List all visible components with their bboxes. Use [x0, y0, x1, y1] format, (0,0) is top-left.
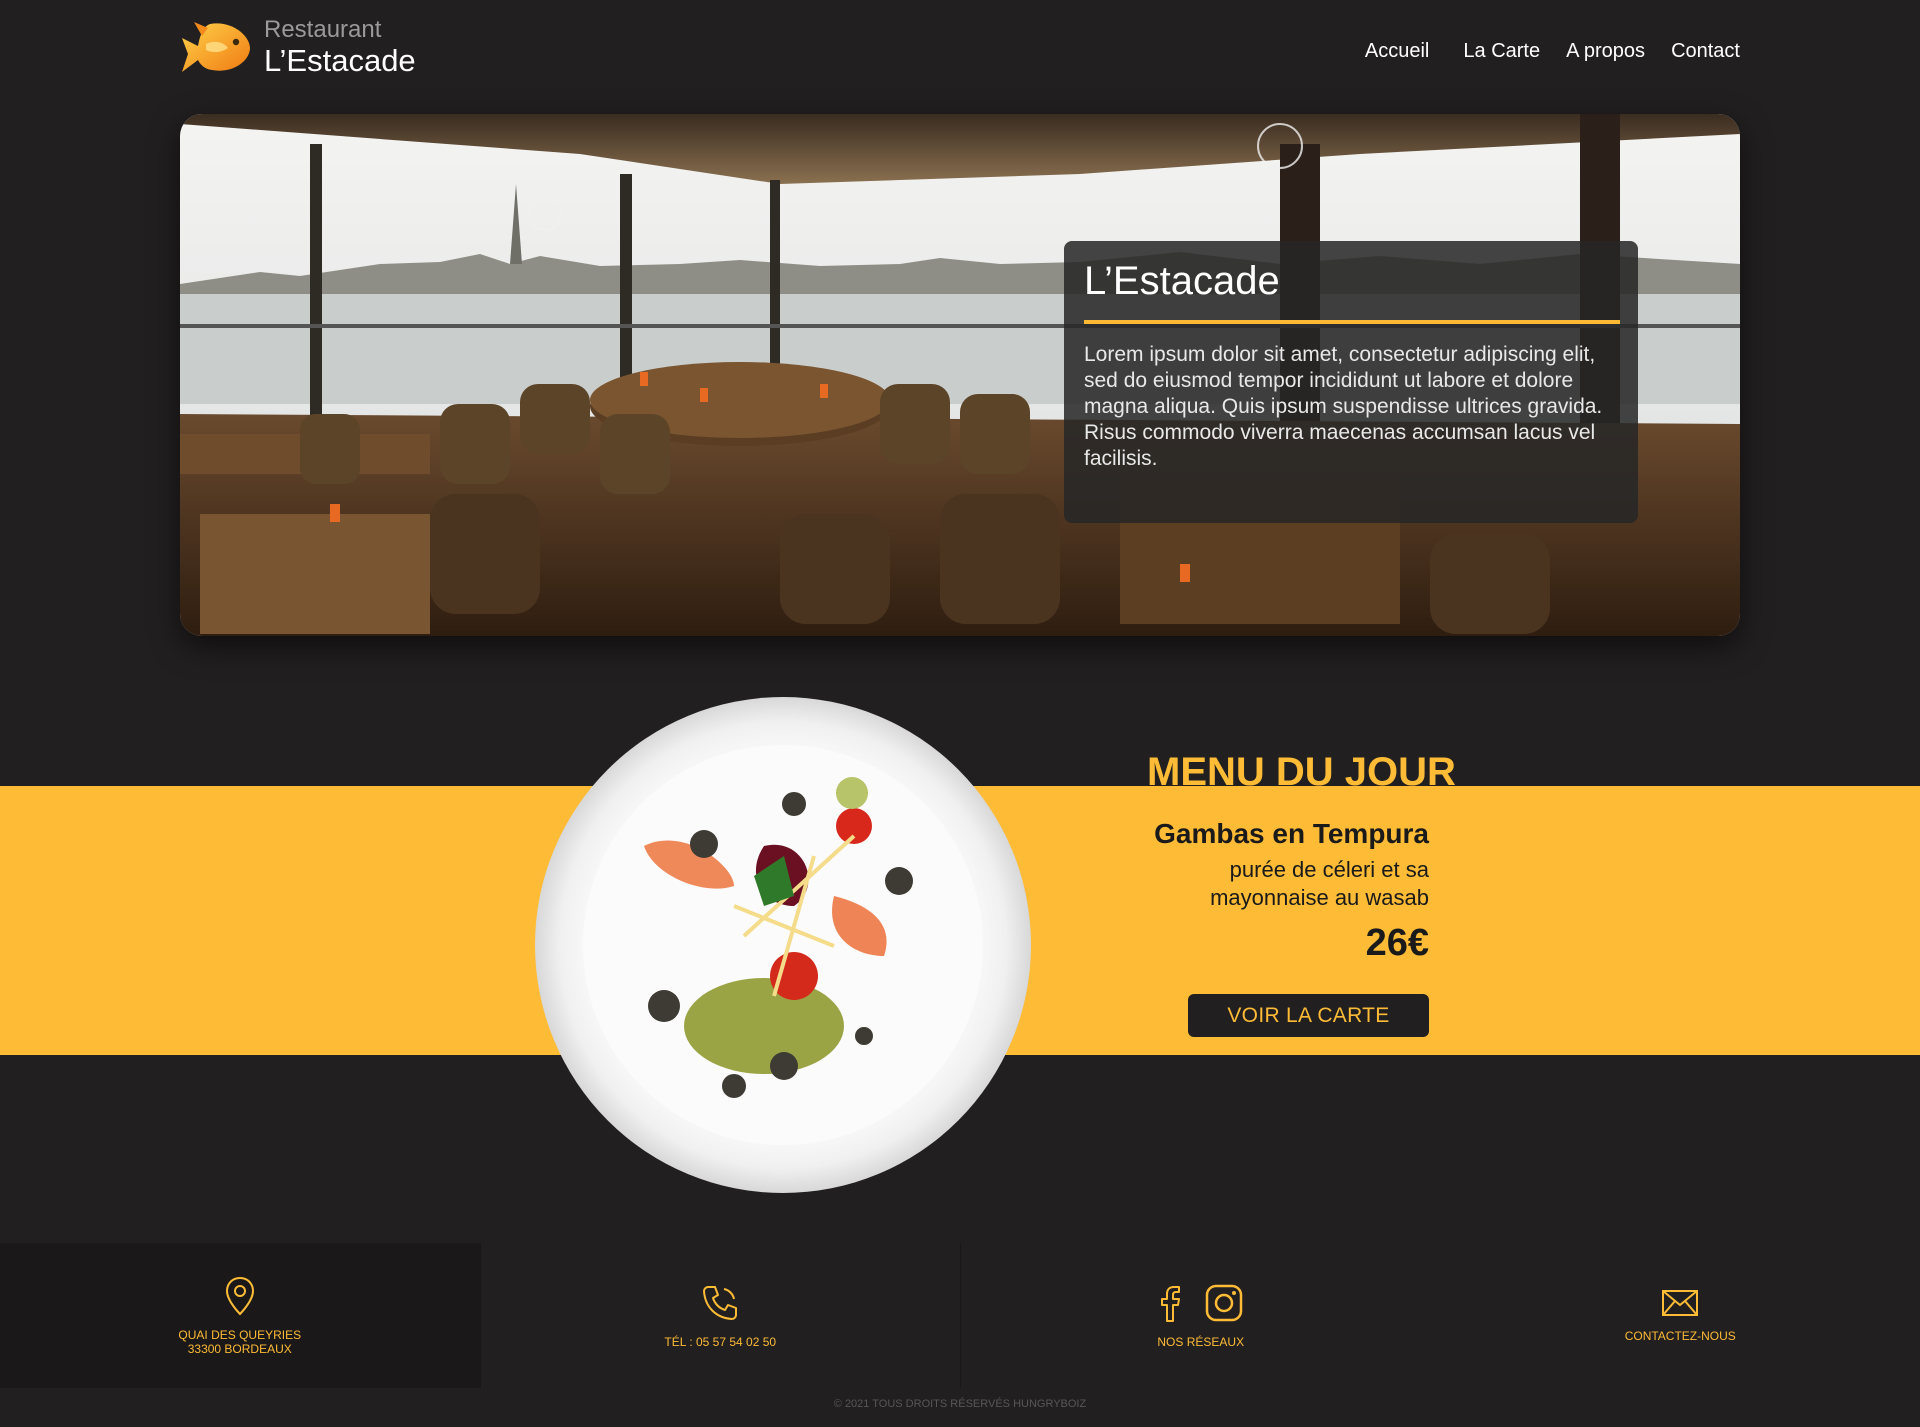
address-line-1: QUAI DES QUEYRIES: [178, 1327, 302, 1342]
hero-divider: [1084, 320, 1620, 324]
mail-icon: [1662, 1289, 1699, 1316]
hero-info-card: L’Estacade Lorem ipsum dolor sit amet, c…: [1064, 241, 1638, 523]
hero-title: L’Estacade: [1084, 259, 1280, 303]
site-header: Restaurant L’Estacade Accueil La Carte A…: [0, 0, 1920, 110]
address-line-2: 33300 BORDEAUX: [187, 1341, 292, 1356]
dish-photo: [534, 696, 1032, 1194]
dish-name: Gambas en Tempura: [1154, 818, 1429, 849]
footer-contact[interactable]: CONTACTEZ-NOUS: [1440, 1243, 1920, 1388]
voir-la-carte-button[interactable]: VOIR LA CARTE: [1188, 994, 1429, 1037]
menu-du-jour-title: MENU DU JOUR: [1147, 750, 1456, 794]
dish-details: Gambas en Tempura purée de céleri et sa …: [1154, 818, 1429, 965]
main-nav: Accueil La Carte A propos Contact: [1339, 40, 1740, 63]
dish-description: purée de céleri et sa mayonnaise au wasa…: [1210, 857, 1429, 910]
brand-logo[interactable]: Restaurant L’Estacade: [180, 14, 416, 80]
social-label: NOS RÉSEAUX: [1157, 1334, 1245, 1349]
contact-label: CONTACTEZ-NOUS: [1624, 1328, 1736, 1343]
brand-name: L’Estacade: [264, 43, 416, 78]
nav-la-carte[interactable]: La Carte: [1463, 40, 1540, 63]
footer-phone[interactable]: TÉL : 05 57 54 02 50: [479, 1243, 960, 1388]
copyright-text: © 2021 TOUS DROITS RÉSERVÉS HUNGRYBOIZ: [833, 1398, 1087, 1410]
plate-image: [535, 697, 1031, 1193]
instagram-icon[interactable]: [1204, 1283, 1244, 1323]
nav-accueil[interactable]: Accueil: [1365, 40, 1429, 63]
phone-number: TÉL : 05 57 54 02 50: [664, 1334, 777, 1349]
hero-description: Lorem ipsum dolor sit amet, consectetur …: [1084, 343, 1603, 470]
site-footer: QUAI DES QUEYRIES 33300 BORDEAUX TÉL : 0…: [0, 1243, 1920, 1388]
fish-logo-icon: [182, 22, 250, 72]
brand-subtitle: Restaurant: [264, 16, 382, 43]
nav-contact[interactable]: Contact: [1671, 40, 1740, 63]
nav-a-propos[interactable]: A propos: [1566, 40, 1645, 63]
hero-banner: L’Estacade Lorem ipsum dolor sit amet, c…: [180, 114, 1740, 636]
dish-price: 26€: [1365, 922, 1429, 964]
footer-address: QUAI DES QUEYRIES 33300 BORDEAUX: [0, 1243, 480, 1388]
footer-social: NOS RÉSEAUX: [960, 1243, 1441, 1388]
location-pin-icon: [225, 1276, 254, 1315]
phone-icon: [703, 1285, 738, 1320]
facebook-icon[interactable]: [1158, 1283, 1182, 1323]
